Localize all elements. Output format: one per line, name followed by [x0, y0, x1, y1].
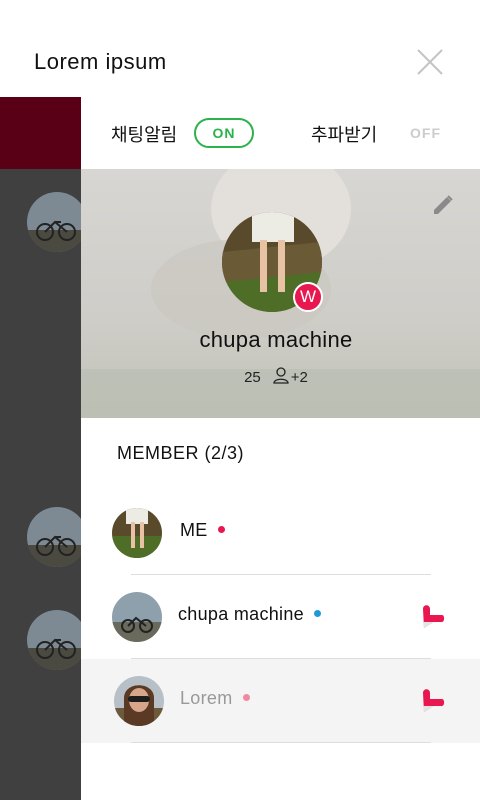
- profile-name: chupa machine: [199, 327, 353, 352]
- member-section-header: MEMBER (2/3): [117, 443, 245, 463]
- member-name: Lorem: [180, 688, 233, 708]
- kick-heart-icon[interactable]: [421, 603, 445, 629]
- gender-badge: W: [293, 282, 323, 312]
- background-thumbnail: [27, 507, 81, 567]
- member-avatar: [114, 676, 164, 726]
- chat-alert-label: 채팅알림: [111, 125, 178, 145]
- status-dot: [242, 694, 250, 701]
- member-row[interactable]: Lorem: [81, 659, 480, 743]
- edit-pencil-icon[interactable]: [431, 193, 455, 217]
- chat-info-panel: 채팅알림 ON 추파받기 OFF W chupa machine 25 +2 M…: [81, 97, 480, 800]
- background-thumbnail: [27, 192, 81, 252]
- member-row[interactable]: ME: [81, 491, 480, 575]
- person-icon: [273, 367, 289, 388]
- member-name: chupa machine: [178, 604, 304, 624]
- member-name-row: Lorem: [180, 688, 250, 709]
- profile-stats: 25 +2: [81, 367, 471, 388]
- member-name: ME: [180, 520, 208, 540]
- close-icon[interactable]: [414, 46, 446, 78]
- row-divider: [131, 742, 431, 743]
- kick-heart-icon[interactable]: [421, 687, 445, 713]
- background-chat-list: [0, 97, 81, 800]
- status-dot: [313, 610, 321, 617]
- extra-count: +2: [290, 369, 308, 386]
- background-header-strip: [0, 97, 81, 169]
- settings-row: 채팅알림 ON 추파받기 OFF: [81, 97, 480, 169]
- age-value: 25: [244, 369, 261, 386]
- chat-alert-toggle[interactable]: ON: [194, 118, 254, 148]
- status-dot: [217, 526, 225, 533]
- profile-card: W chupa machine 25 +2: [81, 169, 480, 418]
- member-name-row: chupa machine: [178, 604, 321, 625]
- member-avatar: [112, 592, 162, 642]
- member-name-row: ME: [180, 520, 225, 541]
- member-avatar: [112, 508, 162, 558]
- page-title: Lorem ipsum: [34, 49, 167, 74]
- background-thumbnail: [27, 610, 81, 670]
- kick-receive-label: 추파받기: [311, 125, 378, 145]
- top-bar: Lorem ipsum: [0, 0, 480, 97]
- kick-receive-toggle[interactable]: OFF: [410, 125, 441, 141]
- member-row[interactable]: chupa machine: [81, 575, 480, 659]
